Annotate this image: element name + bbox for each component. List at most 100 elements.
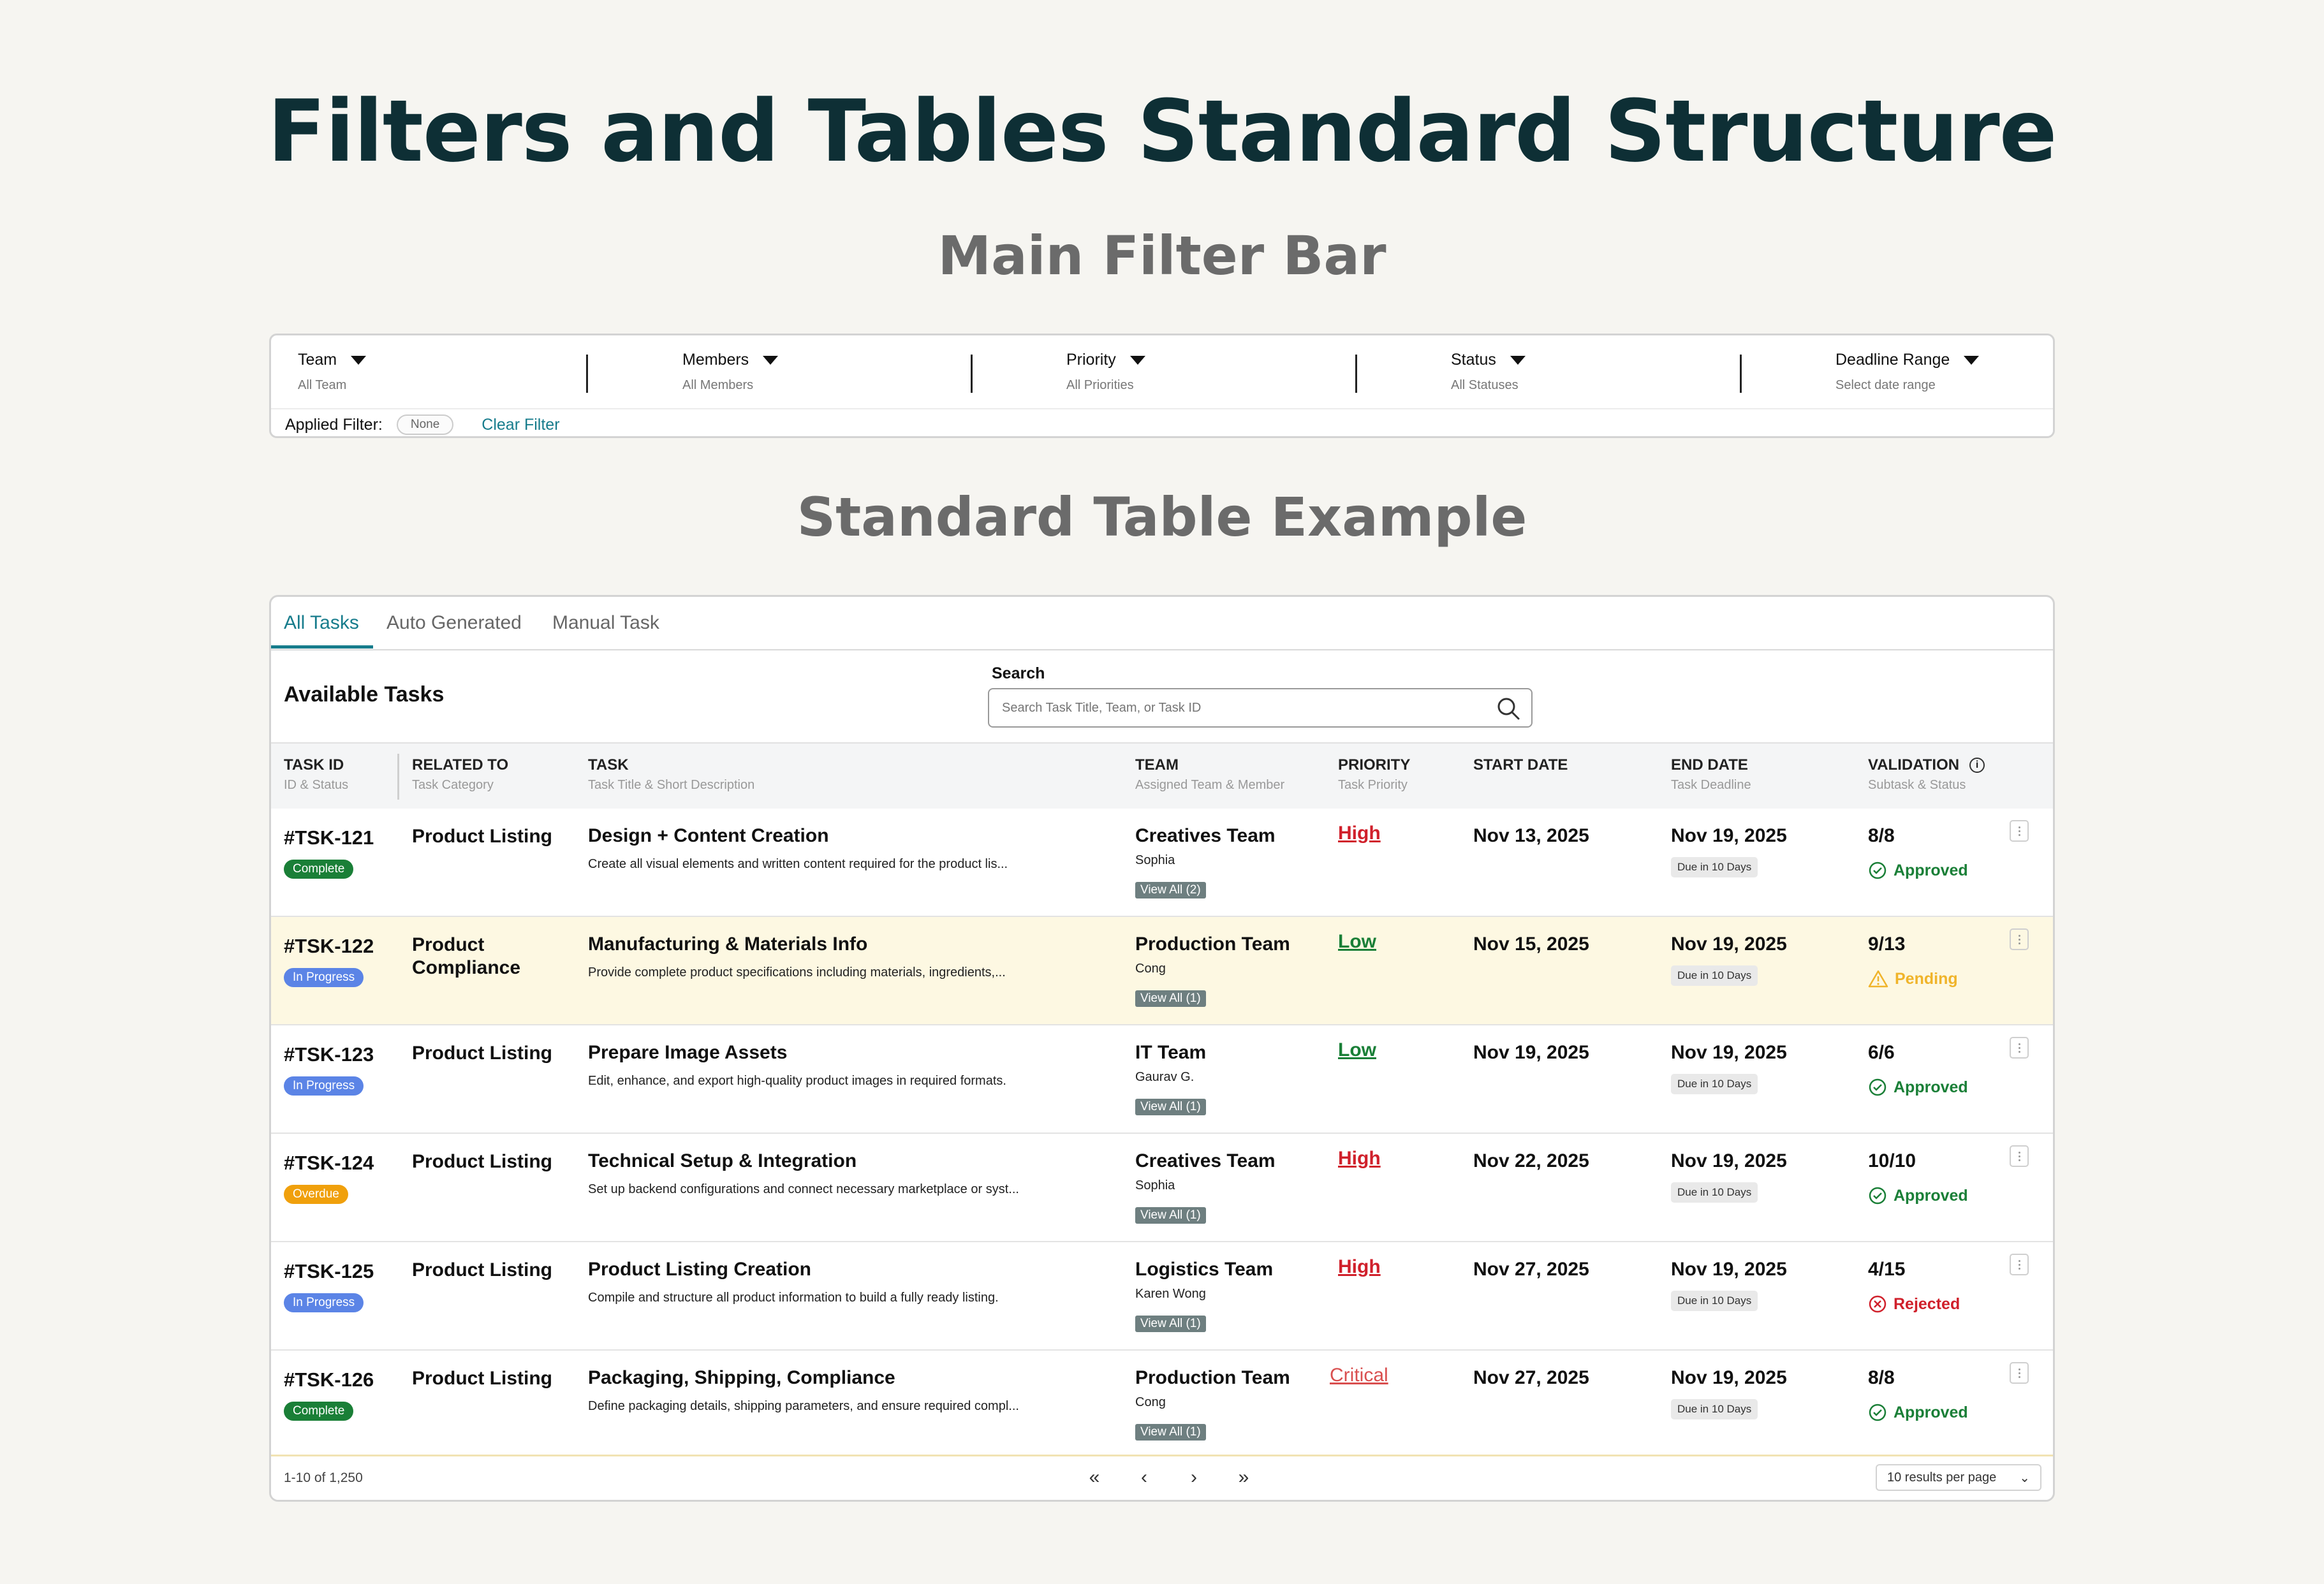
subtask-ratio: 8/8 (1868, 1367, 1895, 1388)
related-to: Product Listing (412, 1151, 552, 1172)
task-id[interactable]: #TSK-126 (284, 1368, 374, 1391)
check-circle-icon (1868, 1078, 1887, 1097)
priority-link[interactable]: Critical (1330, 1365, 1388, 1386)
info-icon[interactable]: i (1969, 758, 1985, 773)
validation-label: Approved (1894, 861, 1968, 879)
tab-auto-generated[interactable]: Auto Generated (386, 612, 522, 634)
column-header-priority[interactable]: PRIORITY Task Priority (1338, 756, 1410, 793)
task-cell: Packaging, Shipping, Compliance Define pa… (588, 1367, 1060, 1414)
previous-page-icon[interactable]: ‹ (1129, 1463, 1159, 1492)
priority-link[interactable]: High (1338, 1256, 1381, 1278)
validation-status: Rejected (1868, 1294, 1960, 1314)
team-name: Logistics Team (1135, 1259, 1274, 1280)
task-id[interactable]: #TSK-125 (284, 1260, 374, 1283)
last-page-icon[interactable]: » (1229, 1463, 1258, 1492)
table-footer: 1-10 of 1,250 « ‹ › » 10 results per pag… (271, 1455, 2053, 1500)
end-date: Nov 19, 2025 (1671, 1367, 1787, 1388)
view-all-members-button[interactable]: View All (1) (1135, 1424, 1206, 1441)
row-menu-icon[interactable] (2010, 1362, 2029, 1384)
column-header-validation[interactable]: VALIDATION i Subtask & Status (1868, 756, 1985, 793)
next-page-icon[interactable]: › (1179, 1463, 1209, 1492)
task-id[interactable]: #TSK-121 (284, 826, 374, 849)
view-all-members-button[interactable]: View All (1) (1135, 1207, 1206, 1224)
task-title[interactable]: Packaging, Shipping, Compliance (588, 1367, 1060, 1389)
results-per-page-select[interactable]: 10 results per page ⌄ (1876, 1464, 2041, 1491)
team-cell: IT Team Gaurav G. View All (1) (1135, 1042, 1206, 1115)
due-badge: Due in 10 Days (1671, 965, 1758, 986)
table-row[interactable]: #TSK-123 In Progress Product Listing Prepar… (271, 1025, 2053, 1134)
table-row[interactable]: #TSK-121 Complete Product Listing Design + … (271, 809, 2053, 917)
filter-label: Priority (1066, 351, 1116, 369)
end-date-cell: Nov 19, 2025 Due in 10 Days (1671, 934, 1787, 986)
column-header-related-to[interactable]: RELATED TO Task Category (412, 756, 508, 793)
pagination-range: 1-10 of 1,250 (284, 1470, 363, 1485)
column-header-team[interactable]: TEAM Assigned Team & Member (1135, 756, 1284, 793)
filter-priority[interactable]: Priority All Priorities (1066, 351, 1145, 393)
applied-filter: Applied Filter: None Clear Filter (285, 414, 560, 435)
view-all-members-button[interactable]: View All (1) (1135, 990, 1206, 1007)
team-name: Production Team (1135, 1367, 1290, 1388)
view-all-members-button[interactable]: View All (1) (1135, 1099, 1206, 1115)
filter-status[interactable]: Status All Statuses (1451, 351, 1526, 393)
priority-link[interactable]: High (1338, 823, 1381, 844)
priority-link[interactable]: Low (1338, 931, 1376, 953)
filter-row: Team All Team Members All Members Priori… (271, 335, 2053, 409)
row-menu-icon[interactable] (2010, 1254, 2029, 1275)
table-row[interactable]: #TSK-126 Complete Product Listing Packaging… (271, 1351, 2053, 1459)
subtask-ratio: 10/10 (1868, 1150, 1916, 1171)
priority-link[interactable]: High (1338, 1148, 1381, 1170)
task-title[interactable]: Design + Content Creation (588, 825, 1060, 847)
view-all-members-button[interactable]: View All (1) (1135, 1316, 1206, 1332)
table-title: Available Tasks (284, 682, 445, 707)
table-row[interactable]: #TSK-125 In Progress Product Listing Produc… (271, 1242, 2053, 1351)
filter-value: All Priorities (1066, 378, 1134, 392)
view-all-members-button[interactable]: View All (2) (1135, 882, 1206, 898)
end-date: Nov 19, 2025 (1671, 1042, 1787, 1063)
column-header-start-date[interactable]: START DATE (1473, 756, 1568, 778)
priority-link[interactable]: Low (1338, 1039, 1376, 1061)
team-member: Gaurav G. (1135, 1070, 1195, 1084)
filter-value: Select date range (1835, 378, 1936, 392)
status-badge: Overdue (284, 1185, 348, 1204)
filter-deadline-range[interactable]: Deadline Range Select date range (1835, 351, 1980, 393)
task-title[interactable]: Manufacturing & Materials Info (588, 934, 1060, 955)
task-title[interactable]: Technical Setup & Integration (588, 1150, 1060, 1172)
task-title[interactable]: Product Listing Creation (588, 1259, 1060, 1280)
filter-divider (586, 355, 588, 393)
tab-manual-task[interactable]: Manual Task (552, 612, 659, 634)
filter-value: All Statuses (1451, 378, 1519, 392)
row-menu-icon[interactable] (2010, 1037, 2029, 1059)
tab-all-tasks[interactable]: All Tasks (284, 612, 359, 634)
first-page-icon[interactable]: « (1080, 1463, 1109, 1492)
column-header-end-date[interactable]: END DATE Task Deadline (1671, 756, 1751, 793)
check-circle-icon (1868, 861, 1887, 880)
column-header-task[interactable]: TASK Task Title & Short Description (588, 756, 754, 793)
caret-down-icon (763, 355, 779, 365)
validation-cell: 8/8 Approved (1868, 825, 1968, 880)
search-input[interactable] (988, 688, 1533, 728)
active-tab-indicator (271, 645, 373, 649)
task-id[interactable]: #TSK-123 (284, 1043, 374, 1066)
validation-status: Approved (1868, 1186, 1968, 1205)
row-menu-icon[interactable] (2010, 1145, 2029, 1167)
validation-label: Approved (1894, 1186, 1968, 1205)
task-id[interactable]: #TSK-124 (284, 1152, 374, 1175)
table-row[interactable]: #TSK-122 In Progress Product Compliance Man… (271, 917, 2053, 1025)
subtask-ratio: 8/8 (1868, 825, 1895, 846)
filter-team[interactable]: Team All Team (298, 351, 367, 393)
task-id-cell: #TSK-124 Overdue (284, 1152, 374, 1204)
clear-filter-link[interactable]: Clear Filter (482, 416, 559, 434)
table-row[interactable]: #TSK-124 Overdue Product Listing Technical … (271, 1134, 2053, 1242)
search-icon[interactable] (1496, 696, 1521, 721)
task-id[interactable]: #TSK-122 (284, 935, 374, 958)
row-menu-icon[interactable] (2010, 820, 2029, 842)
check-circle-icon (1868, 1403, 1887, 1422)
validation-label: Approved (1894, 1403, 1968, 1421)
task-title[interactable]: Prepare Image Assets (588, 1042, 1060, 1064)
validation-label: Rejected (1894, 1294, 1960, 1313)
column-header-task-id[interactable]: TASK ID ID & Status (284, 756, 348, 793)
team-member: Sophia (1135, 853, 1175, 867)
related-to: Product Listing (412, 1043, 552, 1064)
row-menu-icon[interactable] (2010, 928, 2029, 950)
filter-members[interactable]: Members All Members (682, 351, 779, 393)
